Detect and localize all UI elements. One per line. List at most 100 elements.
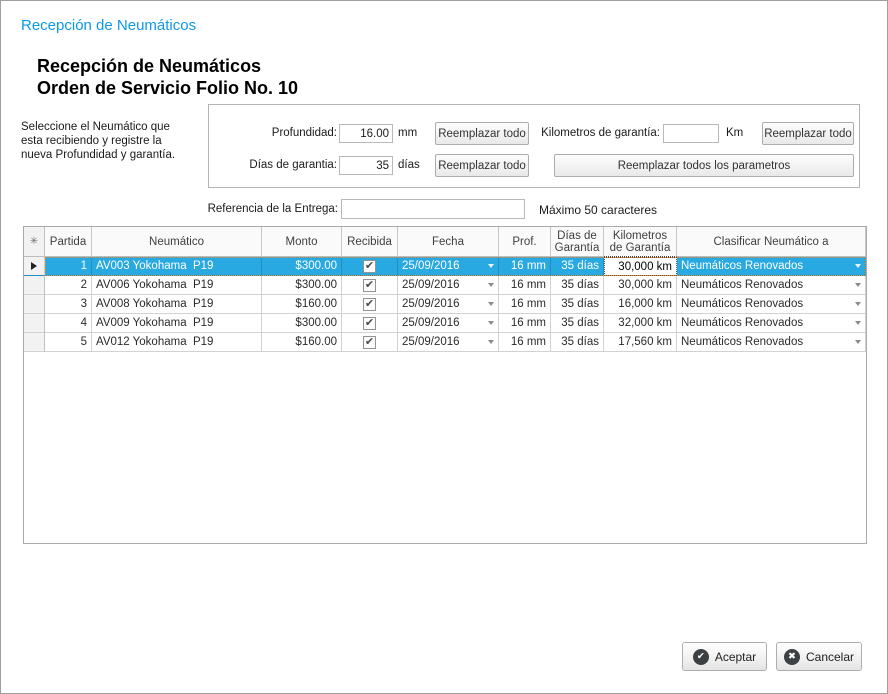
table-row[interactable]: 3AV008 Yokohama P19 $160.00 ✔ 25/09/201616 … bbox=[24, 295, 866, 314]
cell-dias[interactable]: 35 días bbox=[551, 257, 604, 276]
cell-fecha[interactable]: 25/09/2016 bbox=[398, 276, 499, 295]
cell-text: 25/09/2016 bbox=[402, 260, 460, 272]
cancel-button[interactable]: ✖ Cancelar bbox=[776, 642, 862, 671]
cell-dias[interactable]: 35 días bbox=[551, 276, 604, 295]
chevron-down-icon[interactable] bbox=[488, 321, 494, 325]
table-row[interactable]: 5AV012 Yokohama P19$160.00 ✔ 25/09/201616 … bbox=[24, 333, 866, 352]
cell-text: 4 bbox=[81, 317, 87, 329]
recibida-checkbox[interactable]: ✔ bbox=[363, 298, 376, 311]
cell-clasificar[interactable]: Neumáticos Renovados bbox=[677, 276, 866, 295]
row-selector[interactable] bbox=[24, 314, 45, 333]
cell-fecha[interactable]: 25/09/2016 bbox=[398, 314, 499, 333]
cell-neumatico[interactable]: AV009 Yokohama P19 bbox=[92, 314, 262, 333]
cell-partida[interactable]: 5 bbox=[45, 333, 92, 352]
accept-button[interactable]: ✔ Aceptar bbox=[682, 642, 767, 671]
chevron-down-icon[interactable] bbox=[488, 302, 494, 306]
cell-text: 16 mm bbox=[511, 279, 546, 291]
cell-dias[interactable]: 35 días bbox=[551, 314, 604, 333]
column-header-clasificar[interactable]: Clasificar Neumático a bbox=[677, 227, 866, 257]
cell-text: 35 días bbox=[561, 260, 599, 272]
cell-partida[interactable]: 1 bbox=[45, 257, 92, 276]
cell-monto[interactable]: $160.00 bbox=[262, 333, 342, 352]
recibida-checkbox[interactable]: ✔ bbox=[363, 279, 376, 292]
cell-prof[interactable]: 16 mm bbox=[499, 314, 551, 333]
cell-text: $300.00 bbox=[295, 317, 337, 329]
dias-garantia-input[interactable] bbox=[339, 156, 393, 175]
chevron-down-icon[interactable] bbox=[488, 283, 494, 287]
cell-neumatico[interactable]: AV008 Yokohama P19 bbox=[92, 295, 262, 314]
cell-monto[interactable]: $160.00 bbox=[262, 295, 342, 314]
column-header-monto[interactable]: Monto bbox=[262, 227, 342, 257]
replace-kilometros-button[interactable]: Reemplazar todo bbox=[762, 122, 854, 145]
column-header-partida[interactable]: Partida bbox=[45, 227, 92, 257]
chevron-down-icon[interactable] bbox=[855, 340, 861, 344]
cell-prof[interactable]: 16 mm bbox=[499, 276, 551, 295]
grid-empty-area bbox=[24, 352, 866, 543]
cell-fecha[interactable]: 25/09/2016 bbox=[398, 295, 499, 314]
table-row[interactable]: 1AV003 Yokohama P19$300.00 ✔ 25/09/2016 16 … bbox=[24, 257, 866, 276]
cell-monto[interactable]: $300.00 bbox=[262, 276, 342, 295]
row-selector[interactable] bbox=[24, 276, 45, 295]
chevron-down-icon[interactable] bbox=[855, 264, 861, 268]
cell-km[interactable]: 30,000 km bbox=[604, 276, 677, 295]
cell-partida[interactable]: 4 bbox=[45, 314, 92, 333]
kilometros-garantia-label: Kilometros de garantía: bbox=[520, 127, 660, 139]
recibida-checkbox[interactable]: ✔ bbox=[363, 317, 376, 330]
row-selector[interactable] bbox=[24, 257, 45, 276]
cell-clasificar[interactable]: Neumáticos Renovados bbox=[677, 333, 866, 352]
column-header-recibida[interactable]: Recibida bbox=[342, 227, 398, 257]
cell-neumatico[interactable]: AV003 Yokohama P19 bbox=[92, 257, 262, 276]
cell-clasificar[interactable]: Neumáticos Renovados bbox=[677, 257, 866, 276]
grid-corner-asterisk[interactable]: ✳ bbox=[24, 227, 45, 257]
table-row[interactable]: 4 AV009 Yokohama P19 $300.00 ✔ 25/09/201616 … bbox=[24, 314, 866, 333]
column-header-km[interactable]: Kilometros de Garantía bbox=[604, 227, 677, 257]
profundidad-input[interactable] bbox=[339, 124, 393, 143]
cell-km[interactable]: 32,000 km bbox=[604, 314, 677, 333]
table-row[interactable]: 2AV006 Yokohama P19$300.00 ✔ 25/09/2016 16 … bbox=[24, 276, 866, 295]
chevron-down-icon[interactable] bbox=[488, 340, 494, 344]
cell-km[interactable]: 16,000 km bbox=[604, 295, 677, 314]
cell-recibida[interactable]: ✔ bbox=[342, 333, 398, 352]
cell-prof[interactable]: 16 mm bbox=[499, 333, 551, 352]
cell-km[interactable]: 30,000 km bbox=[604, 257, 677, 276]
column-header-prof[interactable]: Prof. bbox=[499, 227, 551, 257]
parameters-panel: Profundidad: mm Reemplazar todo Días de … bbox=[208, 104, 860, 188]
cell-text: $160.00 bbox=[295, 298, 337, 310]
cell-partida[interactable]: 3 bbox=[45, 295, 92, 314]
page-title-line1: Recepción de Neumáticos bbox=[37, 55, 298, 77]
cell-recibida[interactable]: ✔ bbox=[342, 314, 398, 333]
cell-clasificar[interactable]: Neumáticos Renovados bbox=[677, 295, 866, 314]
replace-all-parameters-button[interactable]: Reemplazar todos los parametros bbox=[554, 154, 854, 177]
replace-profundidad-button[interactable]: Reemplazar todo bbox=[435, 122, 529, 145]
cell-prof[interactable]: 16 mm bbox=[499, 295, 551, 314]
cell-recibida[interactable]: ✔ bbox=[342, 276, 398, 295]
cell-km[interactable]: 17,560 km bbox=[604, 333, 677, 352]
cell-neumatico[interactable]: AV012 Yokohama P19 bbox=[92, 333, 262, 352]
chevron-down-icon[interactable] bbox=[855, 283, 861, 287]
cell-prof[interactable]: 16 mm bbox=[499, 257, 551, 276]
cell-fecha[interactable]: 25/09/2016 bbox=[398, 257, 499, 276]
kilometros-garantia-input[interactable] bbox=[663, 124, 719, 143]
cell-fecha[interactable]: 25/09/2016 bbox=[398, 333, 499, 352]
chevron-down-icon[interactable] bbox=[488, 264, 494, 268]
cell-partida[interactable]: 2 bbox=[45, 276, 92, 295]
recibida-checkbox[interactable]: ✔ bbox=[363, 260, 376, 273]
column-header-fecha[interactable]: Fecha bbox=[398, 227, 499, 257]
column-header-dias[interactable]: Días de Garantía bbox=[551, 227, 604, 257]
cell-monto[interactable]: $300.00 bbox=[262, 314, 342, 333]
cell-neumatico[interactable]: AV006 Yokohama P19 bbox=[92, 276, 262, 295]
cell-dias[interactable]: 35 días bbox=[551, 295, 604, 314]
cell-recibida[interactable]: ✔ bbox=[342, 295, 398, 314]
row-selector[interactable] bbox=[24, 295, 45, 314]
chevron-down-icon[interactable] bbox=[855, 321, 861, 325]
cell-clasificar[interactable]: Neumáticos Renovados bbox=[677, 314, 866, 333]
column-header-neumatico[interactable]: Neumático bbox=[92, 227, 262, 257]
cell-dias[interactable]: 35 días bbox=[551, 333, 604, 352]
replace-dias-button[interactable]: Reemplazar todo bbox=[435, 154, 529, 177]
cell-monto[interactable]: $300.00 bbox=[262, 257, 342, 276]
recibida-checkbox[interactable]: ✔ bbox=[363, 336, 376, 349]
row-selector[interactable] bbox=[24, 333, 45, 352]
chevron-down-icon[interactable] bbox=[855, 302, 861, 306]
referencia-input[interactable] bbox=[341, 199, 525, 219]
cell-recibida[interactable]: ✔ bbox=[342, 257, 398, 276]
